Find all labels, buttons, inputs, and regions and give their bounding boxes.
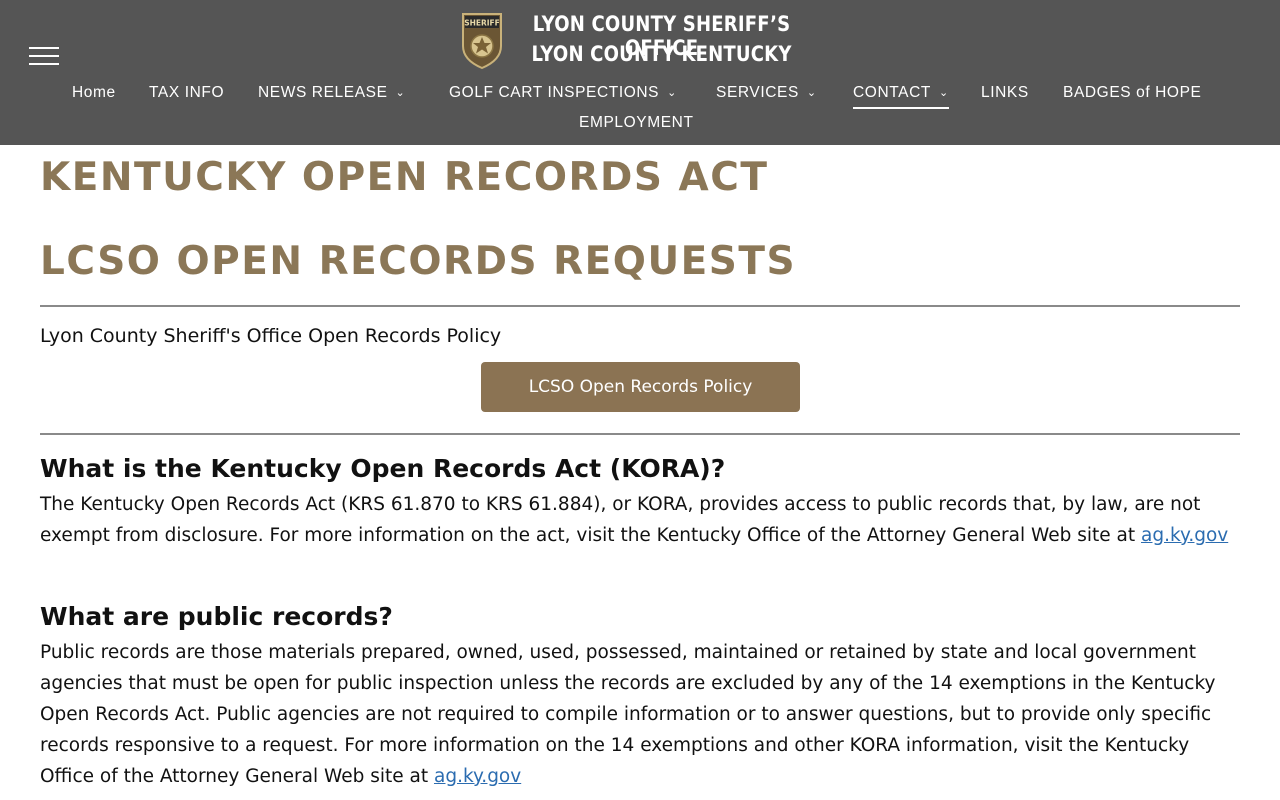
nav-label: SERVICES — [716, 84, 799, 101]
nav-item-services[interactable]: SERVICES ⌄ — [716, 80, 817, 106]
ag-ky-gov-link[interactable]: ag.ky.gov — [1141, 525, 1228, 546]
nav-label: GOLF CART INSPECTIONS — [449, 84, 660, 101]
nav-item-tax-info[interactable]: TAX INFO — [149, 80, 224, 106]
nav-item-contact[interactable]: CONTACT ⌄ — [853, 80, 949, 109]
chevron-down-icon: ⌄ — [938, 87, 949, 99]
public-records-answer-text: Public records are those materials prepa… — [40, 637, 1240, 792]
nav-label: TAX INFO — [149, 84, 225, 101]
nav-label: Home — [72, 84, 116, 101]
nav-item-news-release[interactable]: NEWS RELEASE ⌄ — [258, 80, 405, 106]
kora-answer-body: The Kentucky Open Records Act (KRS 61.87… — [40, 494, 1201, 546]
chevron-down-icon: ⌄ — [395, 87, 406, 99]
nav-item-employment[interactable]: EMPLOYMENT — [579, 110, 694, 136]
site-brand[interactable]: SHERIFF LYON COUNTY SHERIFF’S OFFICE LYO… — [459, 10, 839, 72]
policy-label: Lyon County Sheriff's Office Open Record… — [40, 325, 502, 347]
nav-item-home[interactable]: Home — [72, 80, 116, 106]
divider — [40, 433, 1240, 435]
nav-row-secondary: EMPLOYMENT — [0, 110, 1280, 136]
nav-item-badges-of-hope[interactable]: BADGES of HOPE — [1063, 80, 1201, 106]
chevron-down-icon: ⌄ — [667, 87, 677, 99]
kora-answer-text: The Kentucky Open Records Act (KRS 61.87… — [40, 489, 1240, 551]
kora-question-heading: What is the Kentucky Open Records Act (K… — [40, 454, 726, 483]
nav-label: LINKS — [981, 84, 1029, 101]
divider — [40, 305, 1240, 307]
nav-item-golf-cart-inspections[interactable]: GOLF CART INSPECTIONS ⌄ — [449, 80, 677, 106]
nav-row-primary: Home TAX INFO NEWS RELEASE ⌄ GOLF CART IN… — [0, 80, 1280, 109]
site-header: SHERIFF LYON COUNTY SHERIFF’S OFFICE LYO… — [0, 0, 1280, 145]
nav-label: NEWS RELEASE — [258, 84, 388, 101]
open-records-policy-button[interactable]: LCSO Open Records Policy — [481, 362, 800, 412]
nav-label: EMPLOYMENT — [579, 114, 694, 131]
public-records-answer-body: Public records are those materials prepa… — [40, 642, 1216, 787]
nav-label: CONTACT — [853, 84, 931, 101]
page-title: KENTUCKY OPEN RECORDS ACT — [40, 155, 769, 200]
hamburger-menu-icon[interactable] — [29, 46, 59, 66]
public-records-question-heading: What are public records? — [40, 602, 393, 631]
chevron-down-icon: ⌄ — [806, 87, 817, 99]
nav-label: BADGES of HOPE — [1063, 84, 1202, 101]
ag-ky-gov-link[interactable]: ag.ky.gov — [434, 766, 521, 787]
site-title-line2: LYON COUNTY KENTUCKY — [531, 42, 792, 66]
section-title: LCSO OPEN RECORDS REQUESTS — [40, 239, 797, 284]
nav-item-links[interactable]: LINKS — [981, 80, 1029, 106]
